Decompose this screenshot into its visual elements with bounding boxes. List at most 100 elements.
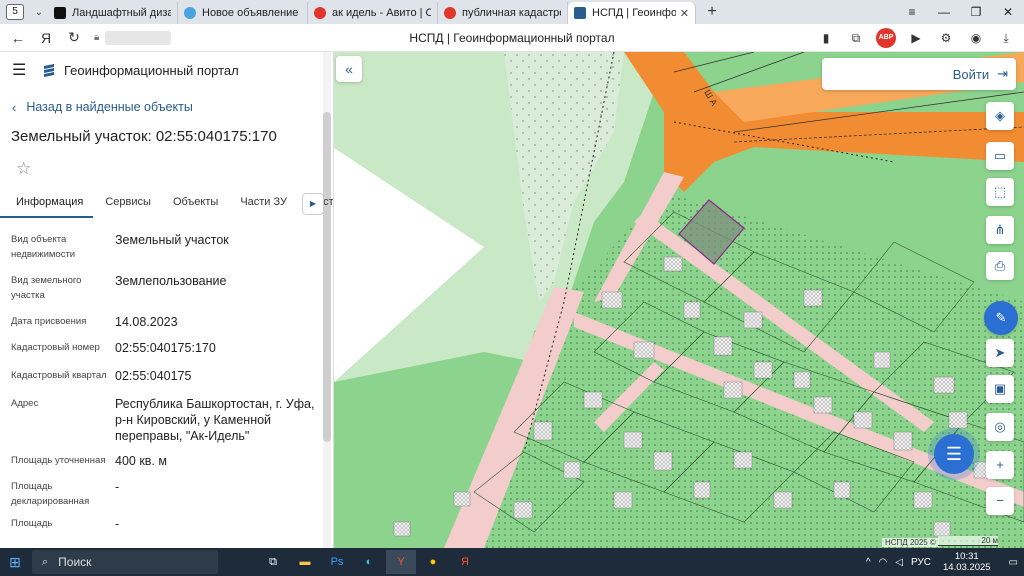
adblock-icon[interactable]: ABP: [876, 28, 896, 48]
portal-header: ☰ Геоинформационный портал: [0, 52, 333, 88]
map-type-button[interactable]: ▣: [986, 375, 1014, 403]
download-icon[interactable]: ⤓: [996, 28, 1016, 48]
property-key: Площадь декларированная: [11, 481, 90, 507]
chevron-left-icon: ‹: [12, 99, 17, 115]
date: 14.03.2025: [943, 562, 991, 573]
profile-icon[interactable]: ◉: [966, 28, 986, 48]
minimize-icon[interactable]: —: [928, 5, 960, 19]
tab-objects[interactable]: Объекты: [161, 192, 228, 218]
reload-icon[interactable]: ↻: [60, 29, 88, 46]
new-tab-icon[interactable]: +: [702, 3, 722, 21]
extension-icon[interactable]: ⚙: [936, 28, 956, 48]
ruler-button[interactable]: ▭: [986, 142, 1014, 170]
property-row: Адрес Республика Башкортостан, г. Уфа, р…: [11, 396, 321, 453]
tabs-dropdown-icon[interactable]: ⌄: [30, 7, 48, 18]
url-field[interactable]: [105, 30, 172, 45]
favicon-icon: [54, 7, 66, 19]
layers-button[interactable]: ◈: [986, 102, 1014, 130]
tab-counter[interactable]: 5: [6, 4, 24, 20]
property-key: Вид объекта недвижимости: [11, 234, 76, 260]
yandex-market-icon[interactable]: ●: [418, 550, 448, 574]
chat-icon: ✎: [995, 310, 1007, 325]
property-value: Землепользование: [115, 274, 227, 288]
browser-tab[interactable]: публичная кадастровая к: [438, 2, 568, 24]
collapse-panel-button[interactable]: «: [336, 56, 362, 82]
ruler-icon: ▭: [993, 148, 1007, 163]
navigate-icon: ➤: [994, 345, 1006, 360]
yandex-browser-icon[interactable]: Y: [386, 550, 416, 574]
favicon-icon: [444, 7, 456, 19]
browser-tab[interactable]: ак идель - Авито | Объявл: [308, 2, 438, 24]
print-button[interactable]: ⎙: [986, 252, 1014, 280]
bookmark-icon[interactable]: ▮: [816, 28, 836, 48]
portal-name: Геоинформационный портал: [64, 62, 239, 78]
map-scale: 20 м: [938, 536, 998, 546]
layers-icon: ◈: [995, 108, 1005, 123]
task-view-icon[interactable]: ⧉: [258, 550, 288, 574]
volume-icon[interactable]: ◁: [895, 557, 903, 568]
restore-icon[interactable]: ❐: [960, 5, 992, 19]
edge-icon[interactable]: ◐: [354, 550, 384, 574]
zoom-out-button[interactable]: −: [986, 487, 1014, 515]
favicon-icon: [314, 7, 326, 19]
tab-information[interactable]: Информация: [0, 192, 94, 218]
play-icon[interactable]: ▶: [906, 28, 926, 48]
browser-tab[interactable]: Ландшафтный дизайн | О: [48, 2, 178, 24]
login-button[interactable]: Войти ⇥: [822, 58, 1016, 90]
search-icon: ⌕: [42, 555, 49, 568]
map-canvas[interactable]: Ш А: [334, 52, 1024, 548]
tab-parts[interactable]: Части ЗУ: [228, 192, 297, 218]
property-row: Площадь уточненная 400 кв. м: [11, 453, 321, 479]
search-label: Поиск: [58, 555, 92, 569]
tab-title: ак идель - Авито | Объявл: [332, 7, 431, 19]
yandex-icon[interactable]: Я: [450, 550, 480, 574]
language-indicator[interactable]: РУС: [911, 557, 931, 568]
browser-tab[interactable]: Новое объявление — Об: [178, 2, 308, 24]
favorite-star-icon[interactable]: ☆: [16, 159, 333, 179]
close-window-icon[interactable]: ✕: [992, 5, 1024, 19]
back-icon[interactable]: ←: [4, 30, 32, 46]
clock[interactable]: 10:31 14.03.2025: [943, 551, 991, 573]
address-bar: ← Я ↻ 🔒︎ НСПД | Геоинформационный портал…: [0, 24, 1024, 52]
share-button[interactable]: ⋔: [986, 216, 1014, 244]
tray-chevron-icon[interactable]: ^: [866, 557, 871, 568]
browser-tab-bar: 5 ⌄ Ландшафтный дизайн | О Новое объявле…: [0, 0, 1024, 24]
property-row: Вид объекта недвижимости Земельный участ…: [11, 232, 321, 273]
windows-start-icon[interactable]: ⊞: [0, 554, 30, 571]
browser-tab-active[interactable]: НСПД | Геоинформацио ✕: [568, 2, 696, 24]
location-button[interactable]: ◎: [986, 413, 1014, 441]
chat-assistant-button[interactable]: ✎: [984, 301, 1018, 335]
tabs-next-icon[interactable]: ▶: [302, 193, 324, 215]
tab-title: Новое объявление — Об: [202, 7, 301, 19]
notifications-icon[interactable]: ▭: [1009, 557, 1018, 568]
zoom-in-button[interactable]: +: [986, 451, 1014, 479]
zoom-in-icon: +: [996, 457, 1004, 472]
hamburger-menu-icon[interactable]: ☰: [12, 60, 34, 80]
object-title: Земельный участок: 02:55:040175:170: [11, 128, 277, 145]
photoshop-icon[interactable]: Ps: [322, 550, 352, 574]
explorer-icon[interactable]: ▬: [290, 550, 320, 574]
property-value: -: [115, 480, 120, 494]
close-tab-icon[interactable]: ✕: [680, 7, 689, 20]
print-icon: ⎙: [994, 258, 1006, 273]
yandex-icon[interactable]: Я: [32, 30, 60, 46]
property-row: Вид земельного участка Землепользование: [11, 273, 321, 314]
scrollbar-thumb[interactable]: [323, 112, 331, 442]
menu-icon[interactable]: ≡: [896, 5, 928, 19]
network-icon[interactable]: ◠: [879, 557, 888, 568]
taskbar-search[interactable]: ⌕ Поиск: [32, 550, 218, 574]
property-key: Площадь: [11, 518, 53, 529]
support-chat-button[interactable]: ☰: [934, 434, 974, 474]
tab-services[interactable]: Сервисы: [93, 192, 161, 218]
property-value: Республика Башкортостан, г. Уфа, р-н Кир…: [115, 397, 315, 443]
property-row: Дата присвоения 14.08.2023: [11, 314, 321, 340]
property-key: Адрес: [11, 398, 39, 409]
translate-icon[interactable]: ⧉: [846, 28, 866, 48]
back-to-results-link[interactable]: ‹ Назад в найденные объекты: [12, 99, 333, 115]
property-value: Земельный участок: [115, 233, 229, 247]
cadastral-map[interactable]: Ш А « Войти ⇥ ◈ ▭ ⬚ ⋔ ⎙ ✎ ➤ ▣ ◎ + − ☰ НС…: [334, 52, 1024, 548]
property-list: Вид объекта недвижимости Земельный участ…: [11, 232, 321, 536]
property-key: Вид земельного участка: [11, 275, 82, 301]
navigate-button[interactable]: ➤: [986, 339, 1014, 367]
select-area-button[interactable]: ⬚: [986, 178, 1014, 206]
